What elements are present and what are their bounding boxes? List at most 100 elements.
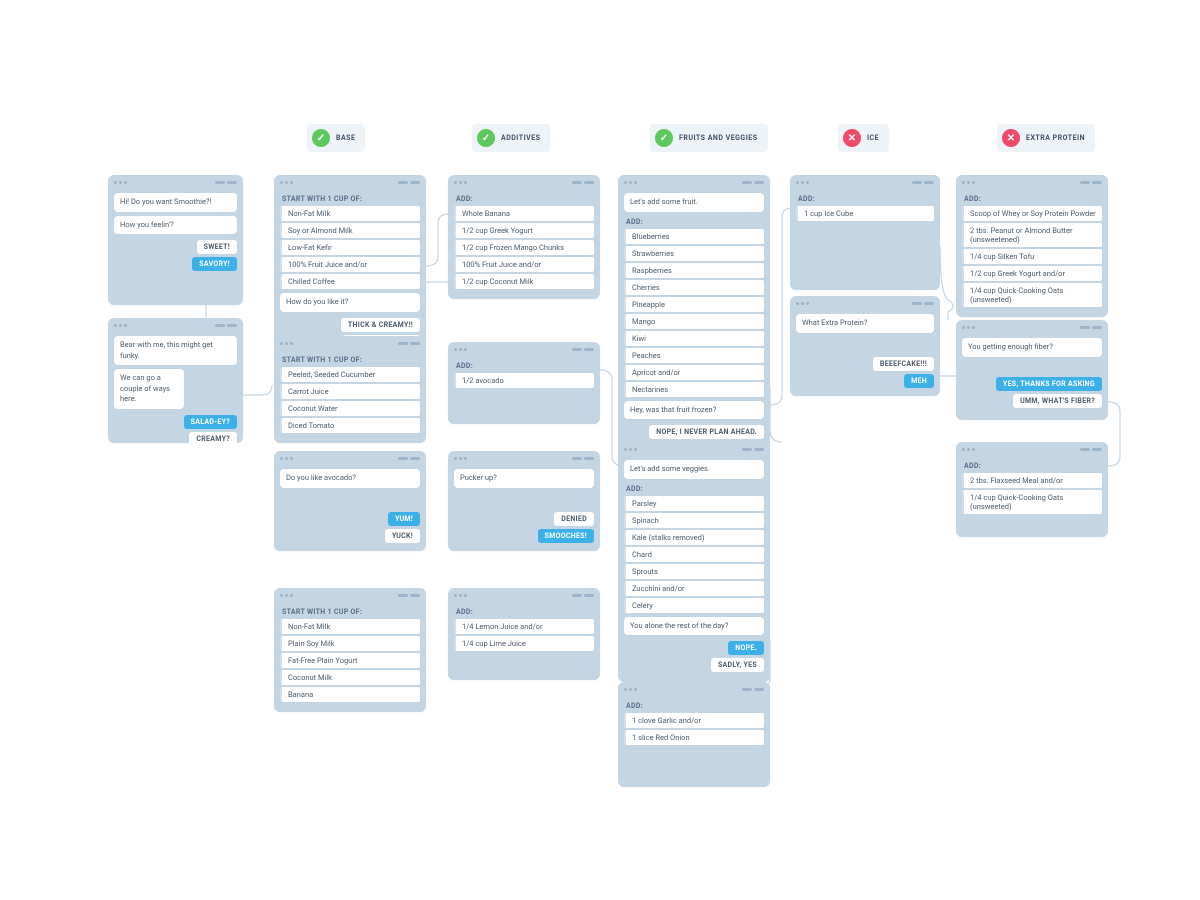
list-item: Apricot and/or — [624, 365, 764, 380]
window-titlebar — [956, 442, 1108, 456]
list-item: Parsley — [624, 496, 764, 511]
message: Hi! Do you want Smoothie?! — [114, 193, 237, 212]
list-item: 1/4 cup Lime Juice — [454, 636, 594, 651]
window-titlebar — [618, 175, 770, 189]
card-veggies[interactable]: Let's add some veggies. ADD: Parsley Spi… — [618, 442, 770, 682]
list-item: Zucchini and/or — [624, 581, 764, 596]
card-avocado-question[interactable]: Do you like avocado? YUM! YUCK! — [274, 451, 426, 551]
window-titlebar — [274, 175, 426, 189]
card-add-thick[interactable]: ADD: Whole Banana 1/2 cup Greek Yogurt 1… — [448, 175, 600, 299]
col-header-additives: ✓ ADDITIVES — [472, 124, 550, 152]
card-fiber-question[interactable]: You getting enough fiber? YES, THANKS FO… — [956, 320, 1108, 420]
list-item: 1 clove Garlic and/or — [624, 713, 764, 728]
card-fruits[interactable]: Let's add some fruit. ADD: Blueberries S… — [618, 175, 770, 466]
choice-button-denied[interactable]: DENIED — [554, 512, 594, 526]
section-heading: ADD: — [454, 360, 594, 373]
message: Bear with me, this might get funky. — [114, 336, 237, 365]
choice-button-sadly[interactable]: SADLY, YES — [711, 658, 764, 672]
choice-button-thick[interactable]: THICK & CREAMY!! — [341, 318, 420, 332]
section-heading: START WITH 1 CUP OF: — [280, 606, 420, 619]
card-garlic[interactable]: ADD: 1 clove Garlic and/or 1 slice Red O… — [618, 682, 770, 787]
list-item: Sprouts — [624, 564, 764, 579]
window-titlebar — [448, 175, 600, 189]
choice-button-smooches[interactable]: SMOOCHES! — [538, 529, 594, 543]
card-add-avocado[interactable]: ADD: 1/2 avocado — [448, 342, 600, 424]
list-item: 1/4 cup Silken Tofu — [962, 249, 1102, 264]
list-item: 1/4 Lemon Juice and/or — [454, 619, 594, 634]
list-item: Nectarines — [624, 382, 764, 397]
list-item: Celery — [624, 598, 764, 613]
choice-button-yes-fiber[interactable]: YES, THANKS FOR ASKING — [996, 377, 1102, 391]
window-titlebar — [448, 342, 600, 356]
cross-icon: ✕ — [1002, 129, 1020, 147]
card-ice[interactable]: ADD: 1 cup Ice Cube — [790, 175, 940, 290]
choice-button-nope-plan[interactable]: NOPE, I NEVER PLAN AHEAD. — [649, 425, 764, 439]
list-item: 1/2 cup Greek Yogurt — [454, 223, 594, 238]
window-titlebar — [108, 175, 243, 189]
message: How you feelin'? — [114, 216, 237, 235]
card-protein-list[interactable]: ADD: Scoop of Whey or Soy Protein Powder… — [956, 175, 1108, 317]
list-item: Chard — [624, 547, 764, 562]
list-item: Coconut Milk — [280, 670, 420, 685]
list-item: 1 slice Red Onion — [624, 730, 764, 745]
window-titlebar — [108, 318, 243, 332]
list-item: Fat-Free Plain Yogurt — [280, 653, 420, 668]
card-fiber-add[interactable]: ADD: 2 tbs. Flaxseed Meal and/or 1/4 cup… — [956, 442, 1108, 537]
card-bear[interactable]: Bear with me, this might get funky. We c… — [108, 318, 243, 443]
list-item: Kale (stalks removed) — [624, 530, 764, 545]
choice-button-savory[interactable]: SAVORY! — [192, 257, 237, 271]
list-item: 2 tbs. Peanut or Almond Butter (unsweete… — [962, 223, 1102, 247]
list-item: Soy or Almond Milk — [280, 223, 420, 238]
choice-button-sweet[interactable]: SWEET! — [197, 240, 237, 254]
list-item: Pineapple — [624, 297, 764, 312]
list-item: 100% Fruit Juice and/or — [280, 257, 420, 272]
message: We can go a couple of ways here. — [114, 369, 184, 409]
card-base-sweet[interactable]: START WITH 1 CUP OF: Non-Fat Milk Soy or… — [274, 175, 426, 359]
list-item: 100% Fruit Juice and/or — [454, 257, 594, 272]
card-intro[interactable]: Hi! Do you want Smoothie?! How you feeli… — [108, 175, 243, 305]
col-label: FRUITS AND VEGGIES — [679, 134, 758, 142]
card-protein-question[interactable]: What Extra Protein? BEEEFCAKE!!! MEH — [790, 296, 940, 396]
list-item: Non-Fat Milk — [280, 619, 420, 634]
list-item: Blueberries — [624, 229, 764, 244]
choice-button-beefcake[interactable]: BEEEFCAKE!!! — [873, 357, 934, 371]
message: Let's add some veggies. — [624, 460, 764, 479]
list-item: 1/2 cup Greek Yogurt and/or — [962, 266, 1102, 281]
list-item: 1/2 cup Coconut Milk — [454, 274, 594, 289]
cross-icon: ✕ — [843, 129, 861, 147]
list-item: 1/4 cup Quick-Cooking Oats (unsweeted) — [962, 490, 1102, 514]
choice-button-yuck[interactable]: YUCK! — [385, 529, 420, 543]
col-label: ICE — [867, 134, 879, 142]
col-label: EXTRA PROTEIN — [1026, 134, 1085, 142]
card-pucker[interactable]: Pucker up? DENIED SMOOCHES! — [448, 451, 600, 551]
list-item: Diced Tomato — [280, 418, 420, 433]
choice-button-creamy[interactable]: CREAMY? — [189, 432, 237, 446]
list-item: Coconut Water — [280, 401, 420, 416]
list-item: Chilled Coffee — [280, 274, 420, 289]
window-titlebar — [956, 175, 1108, 189]
question: Do you like avocado? — [280, 469, 420, 488]
window-titlebar — [618, 442, 770, 456]
window-titlebar — [448, 451, 600, 465]
choice-button-salady[interactable]: SALAD-EY? — [184, 415, 237, 429]
list-item: Cherries — [624, 280, 764, 295]
question: How do you like it? — [280, 293, 420, 312]
card-add-lemon[interactable]: ADD: 1/4 Lemon Juice and/or 1/4 cup Lime… — [448, 588, 600, 680]
list-item: Kiwi — [624, 331, 764, 346]
card-base-salady[interactable]: START WITH 1 CUP OF: Peeled, Seeded Cucu… — [274, 336, 426, 443]
window-titlebar — [448, 588, 600, 602]
check-icon: ✓ — [477, 129, 495, 147]
choice-button-nope[interactable]: NOPE. — [728, 641, 764, 655]
card-base-creamy[interactable]: START WITH 1 CUP OF: Non-Fat Milk Plain … — [274, 588, 426, 712]
list-item: 2 tbs. Flaxseed Meal and/or — [962, 473, 1102, 488]
list-item: Plain Soy Milk — [280, 636, 420, 651]
choice-button-yum[interactable]: YUM! — [388, 512, 420, 526]
question: You alone the rest of the day? — [624, 617, 764, 636]
section-heading: ADD: — [796, 193, 934, 206]
choice-button-what-fiber[interactable]: UMM, WHAT'S FIBER? — [1013, 394, 1102, 408]
section-heading: ADD: — [624, 700, 764, 713]
choice-button-meh[interactable]: MEH — [904, 374, 934, 388]
window-titlebar — [790, 296, 940, 310]
message: Let's add some fruit. — [624, 193, 764, 212]
flow-canvas: ✓ BASE ✓ ADDITIVES ✓ FRUITS AND VEGGIES … — [0, 0, 1200, 900]
